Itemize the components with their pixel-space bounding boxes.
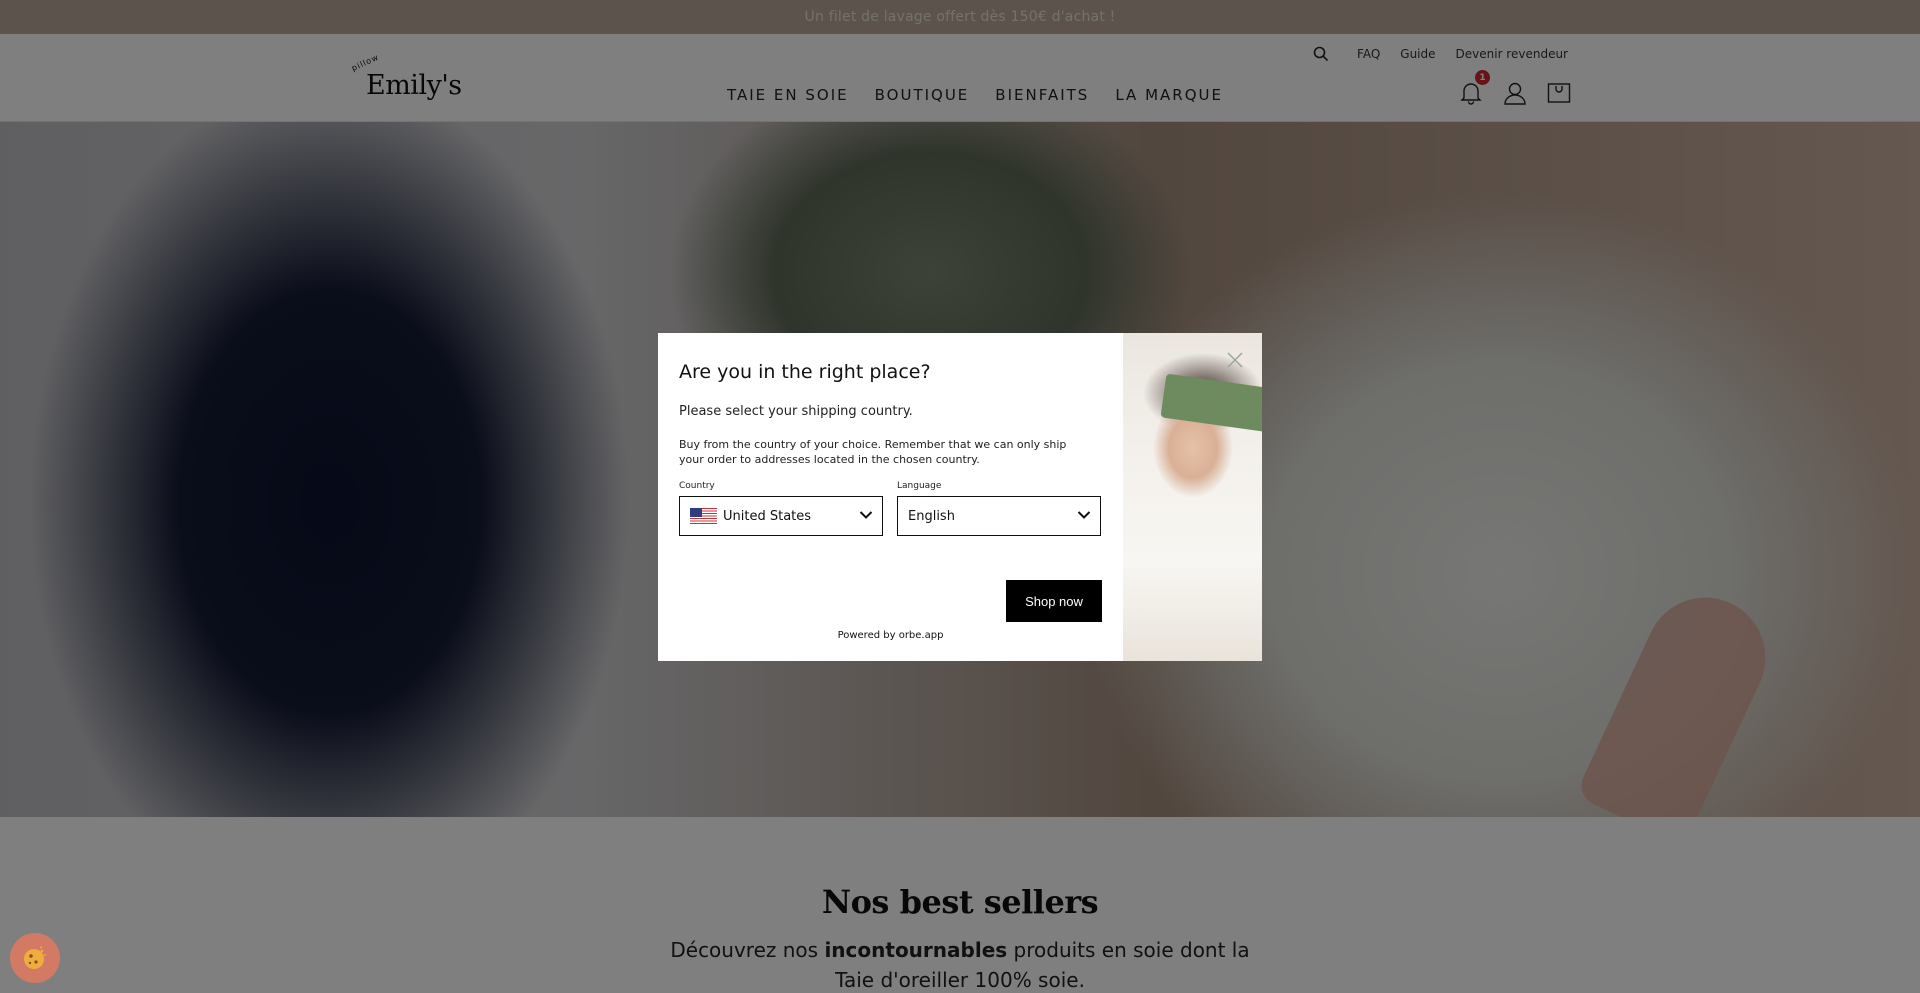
country-field: Country United States (679, 481, 883, 536)
chevron-down-icon (1077, 511, 1091, 519)
country-label: Country (679, 481, 715, 491)
shop-now-button[interactable]: Shop now (1006, 580, 1102, 622)
us-flag-icon (690, 508, 717, 524)
selector-fields: Country United States Language English (679, 481, 1102, 536)
modal-subtitle: Please select your shipping country. (679, 404, 913, 419)
language-field: Language English (897, 481, 1101, 536)
cookie-icon (24, 946, 46, 969)
modal-title: Are you in the right place? (679, 361, 931, 383)
country-select[interactable]: United States (679, 496, 883, 536)
language-label: Language (897, 481, 942, 491)
cookie-settings-button[interactable] (10, 933, 60, 983)
powered-by-text: Powered by orbe.app (837, 630, 944, 641)
language-select[interactable]: English (897, 496, 1101, 536)
country-selector-modal: Are you in the right place? Please selec… (658, 333, 1262, 661)
modal-content: Are you in the right place? Please selec… (658, 333, 1123, 661)
country-value: United States (723, 508, 812, 524)
language-value: English (908, 508, 955, 524)
modal-description: Buy from the country of your choice. Rem… (679, 438, 1067, 466)
close-icon[interactable] (1226, 351, 1244, 369)
modal-image (1123, 333, 1262, 661)
sleep-mask-shape (1160, 373, 1262, 433)
chevron-down-icon (859, 511, 873, 519)
